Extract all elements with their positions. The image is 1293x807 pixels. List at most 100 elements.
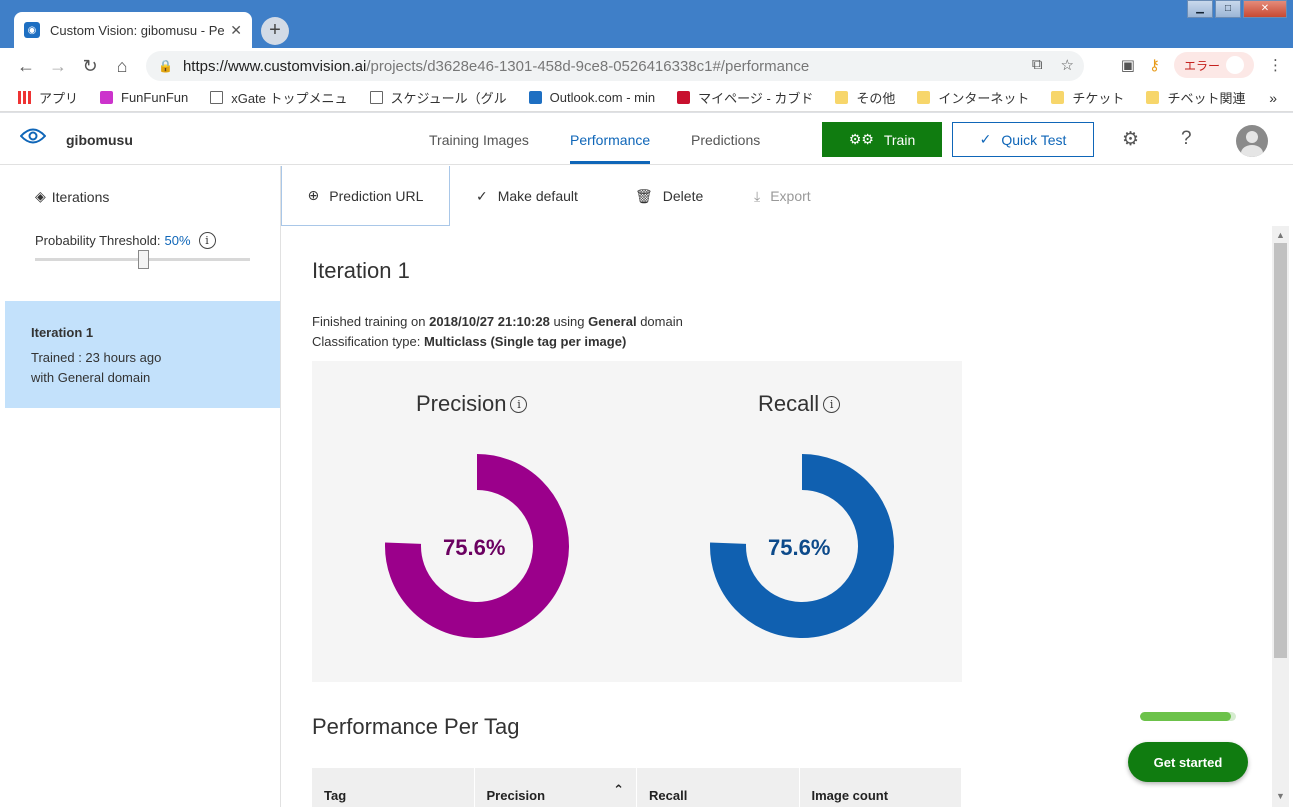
classification-value: Multiclass (Single tag per image) — [424, 334, 627, 349]
tag-table-header: Tag Precision ⌃ Recall Image count — [312, 768, 962, 807]
domain-suffix: domain — [640, 314, 683, 329]
folder-icon — [1146, 91, 1160, 104]
new-tab-button[interactable]: + — [261, 17, 289, 45]
browser-titlebar: ◉ Custom Vision: gibomusu - Pe ✕ + ▁ □ ✕ — [0, 0, 1293, 48]
forward-icon[interactable]: → — [42, 56, 74, 77]
checkmark-icon: ✓ — [979, 131, 992, 147]
tab-close-icon[interactable]: ✕ — [230, 22, 242, 39]
tab-performance[interactable]: Performance — [570, 132, 650, 148]
bookmark-item[interactable]: スケジュール（グル — [369, 88, 507, 107]
bookmark-folder[interactable]: その他 — [835, 88, 895, 107]
export-button[interactable]: ⤓ Export — [754, 166, 811, 226]
bookmark-item[interactable]: xGate トップメニュ — [210, 88, 348, 107]
probability-threshold: Probability Threshold: 50% i — [35, 232, 216, 249]
train-button[interactable]: ⚙⚙ Train — [822, 122, 942, 157]
threshold-slider-thumb[interactable] — [137, 250, 149, 269]
iteration-title: Iteration 1 — [31, 325, 94, 340]
extension-icon[interactable]: ▣ — [1121, 56, 1135, 74]
window-controls: ▁ □ ✕ — [1185, 0, 1287, 18]
scroll-up-icon[interactable]: ▲ — [1276, 230, 1285, 240]
export-label: Export — [770, 188, 811, 204]
bookmark-label: チベット関連 — [1167, 91, 1246, 106]
bookmarks-bar: アプリ FunFunFun xGate トップメニュ スケジュール（グル Out… — [0, 84, 1293, 112]
url-host: https://www.customvision.ai — [182, 57, 367, 75]
vertical-scrollbar[interactable]: ▲ ▼ — [1272, 226, 1289, 807]
recall-value: 75.6% — [768, 535, 831, 560]
layers-icon: ◈ — [35, 188, 46, 204]
bookmark-folder[interactable]: チケット — [1051, 88, 1124, 107]
precision-header-label: Precision — [486, 788, 546, 803]
minimize-button[interactable]: ▁ — [1187, 0, 1213, 18]
bookmark-folder[interactable]: チベット関連 — [1146, 88, 1245, 107]
profile-avatar — [1226, 56, 1244, 74]
folder-icon — [835, 91, 849, 104]
menu-kebab-icon[interactable]: ⋮ — [1268, 56, 1283, 74]
translate-icon[interactable]: ⧉ — [1032, 56, 1043, 74]
scroll-thumb[interactable] — [1274, 243, 1287, 658]
bookmark-item[interactable]: マイページ - カブド — [677, 88, 813, 107]
precision-info-icon[interactable]: i — [510, 395, 528, 413]
recall-label: Recall — [758, 391, 820, 416]
home-icon[interactable]: ⌂ — [106, 56, 138, 77]
precision-value: 75.6% — [443, 535, 506, 560]
custom-vision-favicon-icon: ◉ — [24, 22, 40, 38]
iterations-header: ◈ Iterations — [35, 188, 109, 205]
profile-error-chip[interactable]: エラー — [1173, 52, 1254, 78]
scroll-down-icon[interactable]: ▼ — [1276, 791, 1285, 801]
recall-title: Recall i — [758, 391, 841, 417]
make-default-button[interactable]: ✓ Make default — [476, 166, 578, 226]
iteration-trained-time: Trained : 23 hours ago — [31, 350, 162, 365]
back-icon[interactable]: ← — [10, 56, 42, 77]
quick-test-label: Quick Test — [1001, 131, 1067, 148]
bookmark-star-icon[interactable]: ☆ — [1061, 56, 1074, 74]
precision-label: Precision — [416, 391, 507, 416]
progress-fill — [1140, 712, 1232, 721]
user-avatar[interactable] — [1236, 125, 1268, 157]
iteration-list-item[interactable]: Iteration 1 Trained : 23 hours ago with … — [5, 301, 280, 408]
prediction-url-label: Prediction URL — [329, 187, 424, 204]
browser-tab[interactable]: ◉ Custom Vision: gibomusu - Pe ✕ — [14, 12, 252, 48]
sort-up-icon[interactable]: ⌃ — [613, 782, 624, 798]
info-icon[interactable]: i — [198, 232, 216, 249]
app-header: gibomusu Training Images Performance Pre… — [0, 113, 1293, 165]
bookmark-item[interactable]: FunFunFun — [100, 90, 188, 105]
error-chip-label: エラー — [1183, 58, 1220, 73]
help-question-icon[interactable]: ? — [1181, 128, 1192, 150]
checkmark-icon: ✓ — [476, 187, 488, 204]
bookmark-folder[interactable]: インターネット — [917, 88, 1029, 107]
using-text: using — [553, 314, 585, 329]
bookmark-label: その他 — [856, 91, 896, 106]
reload-icon[interactable]: ↻ — [74, 56, 106, 77]
project-name[interactable]: gibomusu — [66, 132, 133, 148]
key-extension-icon[interactable]: ⚷ — [1149, 56, 1160, 74]
col-header-image-count[interactable]: Image count — [799, 768, 961, 807]
bookmark-label: スケジュール（グル — [390, 91, 507, 106]
iterations-label: Iterations — [51, 188, 110, 205]
page-title: Iteration 1 — [312, 258, 410, 283]
more-bookmarks-icon[interactable]: » — [1269, 90, 1277, 106]
address-bar[interactable]: 🔒 https://www.customvision.ai/projects/d… — [146, 51, 1084, 81]
tab-title: Custom Vision: gibomusu - Pe — [50, 22, 225, 38]
delete-button[interactable]: 🗑 Delete — [635, 166, 703, 226]
page-icon — [369, 91, 383, 104]
url-path: /projects/d3628e46-1301-458d-9ce8-052641… — [366, 57, 810, 75]
tab-training-images[interactable]: Training Images — [429, 132, 529, 148]
get-started-button[interactable]: Get started — [1128, 742, 1248, 782]
bookmark-item[interactable]: Outlook.com - min — [528, 90, 655, 105]
col-header-recall[interactable]: Recall — [637, 768, 799, 807]
settings-gear-icon[interactable]: ⚙ — [1122, 128, 1139, 151]
apps-icon — [18, 91, 31, 104]
eye-logo-icon[interactable] — [20, 127, 46, 145]
prediction-url-button[interactable]: ⊕ Prediction URL — [281, 166, 450, 226]
close-window-button[interactable]: ✕ — [1243, 0, 1287, 18]
download-icon: ⤓ — [754, 187, 761, 204]
recall-info-icon[interactable]: i — [823, 395, 841, 413]
bookmark-item[interactable]: アプリ — [18, 88, 78, 107]
maximize-button[interactable]: □ — [1215, 0, 1241, 18]
browser-toolbar: ← → ↻ ⌂ 🔒 https://www.customvision.ai/pr… — [0, 48, 1293, 84]
tab-predictions[interactable]: Predictions — [691, 132, 760, 148]
quick-test-button[interactable]: ✓ Quick Test — [952, 122, 1094, 157]
iterations-sidebar: ◈ Iterations Probability Threshold: 50% i… — [0, 166, 281, 807]
col-header-precision[interactable]: Precision ⌃ — [474, 768, 636, 807]
col-header-tag[interactable]: Tag — [312, 768, 474, 807]
